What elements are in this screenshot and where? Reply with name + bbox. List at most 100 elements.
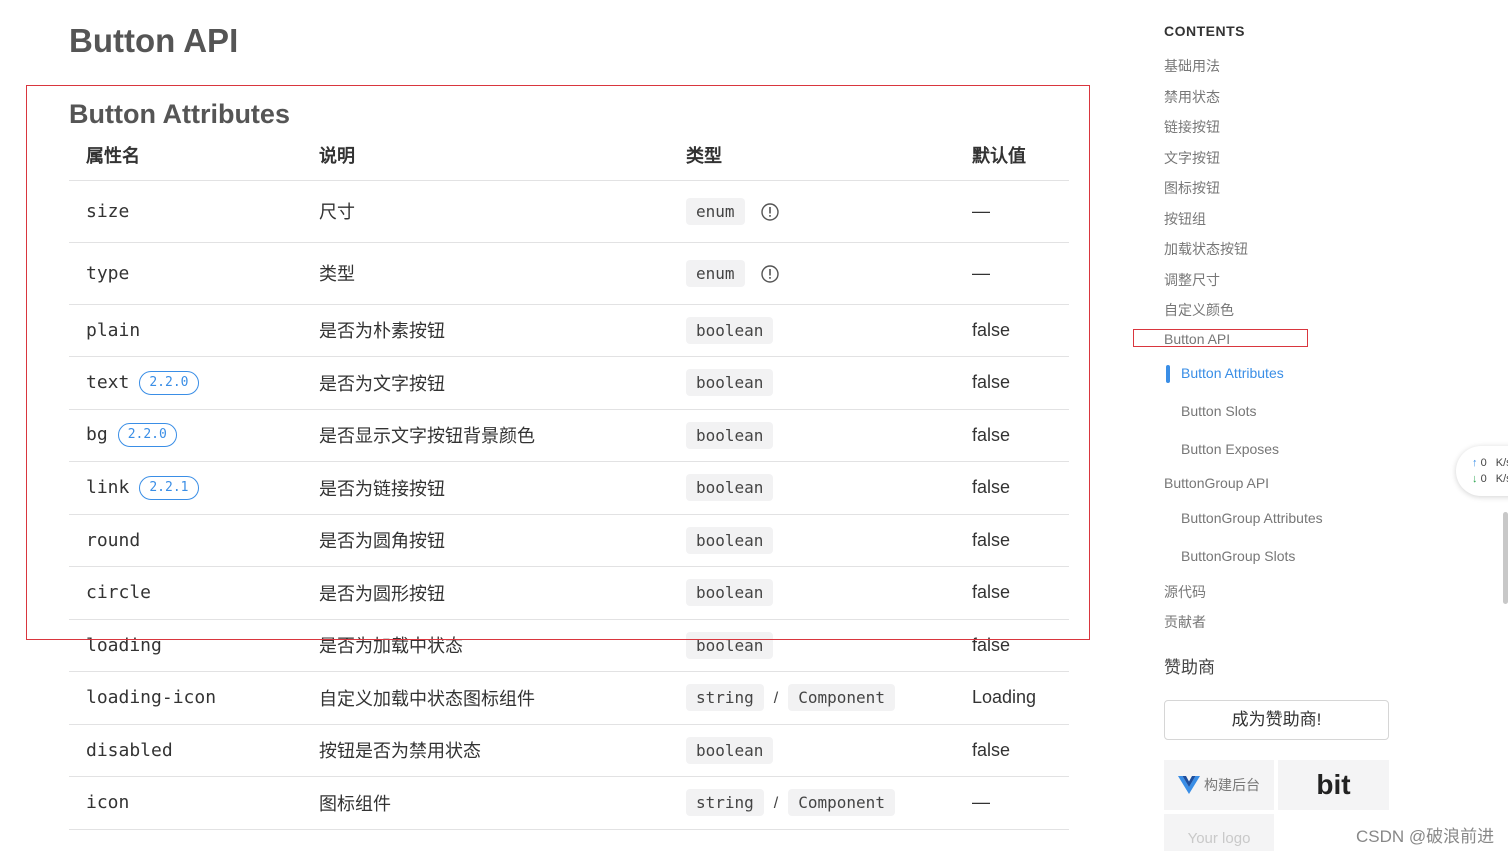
- header-default: 默认值: [955, 130, 1069, 181]
- prop-name-cell: round: [69, 514, 302, 567]
- prop-name-cell: icon: [69, 776, 302, 830]
- vue-logo: 构建后台: [1178, 775, 1260, 795]
- sponsor-card-vue[interactable]: 构建后台: [1164, 760, 1274, 810]
- vue-icon: [1178, 776, 1200, 794]
- type-code: boolean: [686, 474, 774, 502]
- prop-type-cell: string / Component: [669, 671, 955, 725]
- toc-item[interactable]: 自定义颜色: [1164, 300, 1234, 320]
- info-icon[interactable]: [760, 265, 779, 283]
- prop-type-cell: boolean: [669, 514, 955, 567]
- prop-type-cell: enum: [669, 242, 955, 305]
- download-unit: K/s: [1495, 473, 1508, 485]
- network-speed-widget[interactable]: ↑ 0 K/s ↓ 0 K/s: [1456, 446, 1508, 496]
- header-description: 说明: [302, 130, 669, 181]
- toc-item[interactable]: 图标按钮: [1164, 178, 1220, 198]
- prop-default: —: [955, 776, 1069, 830]
- type-code: string: [686, 789, 764, 817]
- scrollbar-thumb[interactable]: [1503, 512, 1508, 604]
- table-row: text 2.2.0 是否为文字按钮 boolean false: [69, 356, 1069, 410]
- toc-item-label: 链接按钮: [1164, 119, 1220, 135]
- header-type: 类型: [669, 130, 955, 181]
- prop-type-cell: string / Component: [669, 776, 955, 830]
- prop-type-cell: boolean: [669, 304, 955, 357]
- download-value: 0: [1480, 473, 1487, 485]
- type-code: boolean: [686, 316, 774, 344]
- prop-default: false: [955, 461, 1069, 515]
- toc-item[interactable]: ButtonGroup Attributes: [1181, 510, 1323, 526]
- prop-description: 尺寸: [302, 180, 669, 243]
- type-code: string: [686, 684, 764, 712]
- prop-name-cell: size: [69, 180, 302, 243]
- prop-description: 类型: [302, 242, 669, 305]
- prop-default: false: [955, 356, 1069, 410]
- prop-name: link: [86, 476, 130, 498]
- toc-item[interactable]: 禁用状态: [1164, 87, 1220, 107]
- prop-name-cell: plain: [69, 304, 302, 357]
- toc-item[interactable]: 加载状态按钮: [1164, 239, 1248, 259]
- prop-name: type: [86, 262, 130, 284]
- toc-item[interactable]: ButtonGroup API: [1164, 475, 1269, 491]
- toc-heading: CONTENTS: [1164, 23, 1245, 39]
- table-row: disabled 按钮是否为禁用状态 boolean false: [69, 724, 1069, 777]
- prop-name: loading: [86, 634, 162, 656]
- prop-default: false: [955, 514, 1069, 567]
- toc-item[interactable]: Button Attributes: [1166, 365, 1284, 383]
- prop-name: loading-icon: [86, 687, 217, 709]
- prop-description: 是否显示文字按钮背景颜色: [302, 409, 669, 462]
- prop-name-cell: text 2.2.0: [69, 356, 302, 410]
- prop-description: 是否为链接按钮: [302, 461, 669, 515]
- prop-name: plain: [86, 319, 141, 341]
- toc-item-label: 基础用法: [1164, 58, 1220, 74]
- toc-item[interactable]: 链接按钮: [1164, 117, 1220, 137]
- upload-arrow-icon: ↑: [1472, 457, 1478, 469]
- type-code: boolean: [686, 736, 774, 764]
- toc-item[interactable]: 贡献者: [1164, 612, 1206, 632]
- prop-description: 自定义加载中状态图标组件: [302, 671, 669, 725]
- prop-type-cell: boolean: [669, 409, 955, 462]
- toc-item[interactable]: 基础用法: [1164, 56, 1220, 76]
- table-row: size 尺寸 enum —: [69, 180, 1069, 243]
- section-title: Button Attributes: [69, 99, 290, 129]
- toc-item[interactable]: 文字按钮: [1164, 148, 1220, 168]
- prop-default: false: [955, 619, 1069, 672]
- prop-name-cell: type: [69, 242, 302, 305]
- docs-page: Button API Button Attributes 属性名 说明 类型 默…: [0, 0, 1508, 851]
- toc-item-label: ButtonGroup API: [1164, 475, 1270, 491]
- header-prop-name: 属性名: [69, 130, 302, 181]
- toc-item-label: Button Attributes: [1181, 365, 1284, 381]
- prop-name-cell: circle: [69, 566, 302, 620]
- toc-item[interactable]: Button Exposes: [1181, 441, 1279, 457]
- sponsor-card-your-logo[interactable]: Your logo: [1164, 814, 1274, 851]
- prop-default: false: [955, 566, 1069, 620]
- table-row: plain 是否为朴素按钮 boolean false: [69, 304, 1069, 357]
- toc-item-label: ButtonGroup Slots: [1181, 548, 1296, 564]
- version-badge: 2.2.0: [117, 423, 177, 448]
- prop-description: 是否为朴素按钮: [302, 304, 669, 357]
- toc-item[interactable]: 调整尺寸: [1164, 270, 1220, 290]
- type-separator: /: [773, 690, 779, 708]
- toc-item[interactable]: 源代码: [1164, 582, 1206, 602]
- toc-item-label: 按钮组: [1164, 211, 1206, 227]
- toc-item-label: 加载状态按钮: [1164, 241, 1248, 257]
- prop-name-cell: link 2.2.1: [69, 461, 302, 515]
- toc-item-label: 自定义颜色: [1164, 302, 1234, 318]
- info-icon[interactable]: [760, 203, 779, 221]
- prop-name: size: [86, 200, 130, 222]
- toc-item[interactable]: Button Slots: [1181, 403, 1257, 419]
- become-sponsor-button[interactable]: 成为赞助商!: [1164, 700, 1389, 740]
- prop-type-cell: boolean: [669, 724, 955, 777]
- type-code: enum: [686, 197, 745, 225]
- toc-item[interactable]: 按钮组: [1164, 209, 1206, 229]
- toc-item[interactable]: Button API: [1164, 331, 1230, 347]
- prop-description: 图标组件: [302, 776, 669, 830]
- table-header-row: 属性名 说明 类型 默认值: [69, 130, 1069, 181]
- toc-active-marker: [1166, 365, 1170, 383]
- vue-card-label: 构建后台: [1204, 777, 1260, 793]
- toc-item-label: Button API: [1164, 331, 1231, 347]
- prop-default: false: [955, 409, 1069, 462]
- prop-name-cell: loading: [69, 619, 302, 672]
- sponsor-card-bit[interactable]: bit: [1278, 760, 1389, 810]
- prop-description: 是否为圆形按钮: [302, 566, 669, 620]
- type-code: boolean: [686, 421, 774, 449]
- toc-item[interactable]: ButtonGroup Slots: [1181, 548, 1295, 564]
